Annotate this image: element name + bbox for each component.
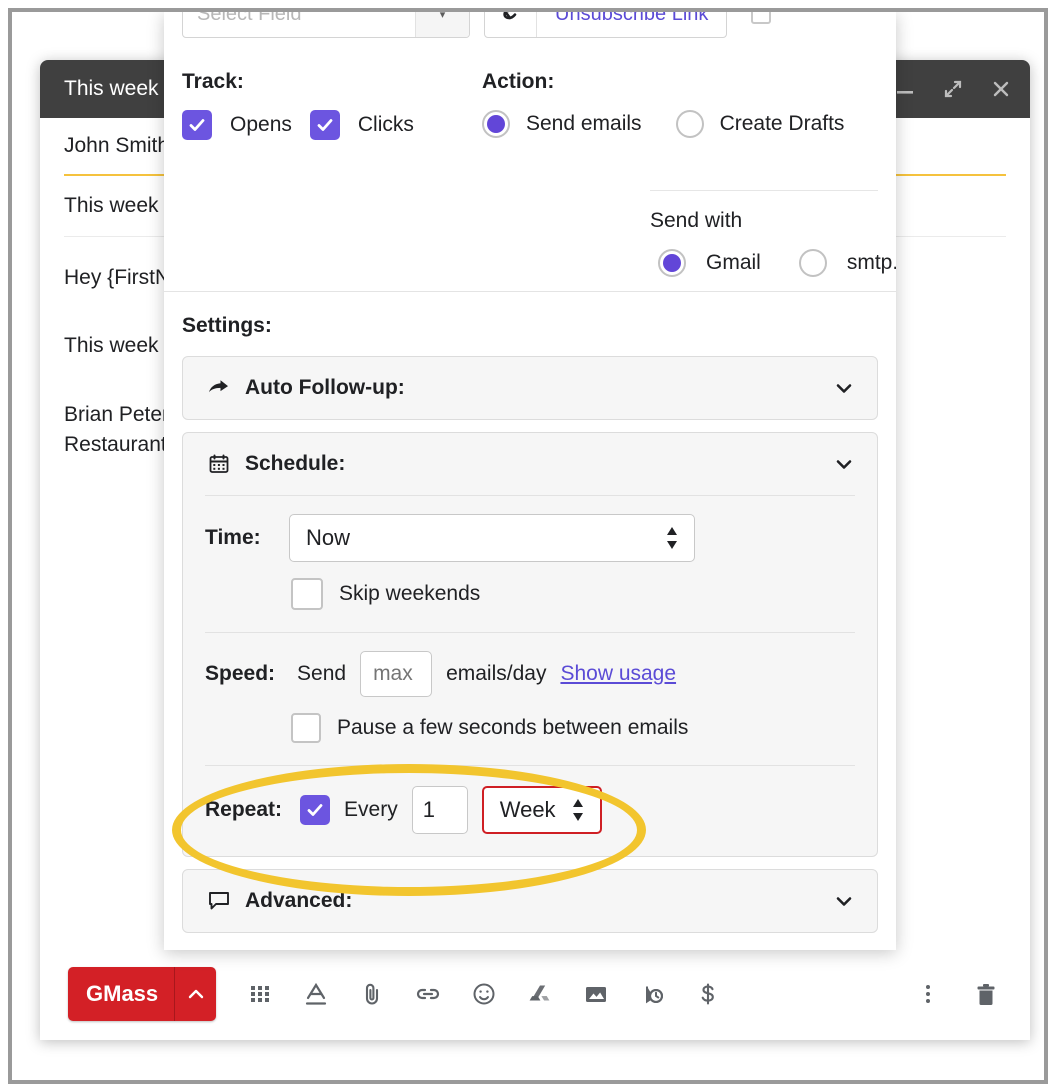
gmass-panel-top: Select Field ▾ Unsubscribe Link: [164, 12, 896, 292]
speed-label: Speed:: [205, 662, 275, 686]
spinner-icon: [570, 797, 586, 823]
section-advanced-header[interactable]: Advanced:: [183, 870, 877, 932]
send-with-smtp-label: smtp.sendgrid.net: [847, 251, 896, 275]
track-group: Track: Opens Clicks: [182, 70, 482, 140]
compose-toolbar: GMass: [40, 948, 1030, 1040]
attach-file-icon[interactable]: [358, 980, 386, 1008]
settings-title: Settings:: [182, 314, 878, 338]
compose-window-controls: [894, 78, 1012, 100]
send-with-smtp-radio[interactable]: [799, 249, 827, 277]
action-group: Action: Send emails Create Drafts: [482, 70, 878, 140]
section-schedule-body: Time: Now Skip weekends: [183, 495, 877, 856]
chevron-down-icon[interactable]: ▾: [415, 12, 469, 37]
repeat-every-word: Every: [344, 798, 398, 822]
personalization-row: Select Field ▾ Unsubscribe Link: [182, 12, 771, 38]
action-create-drafts-label: Create Drafts: [720, 112, 845, 136]
google-drive-icon[interactable]: [526, 980, 554, 1008]
insert-emoji-icon[interactable]: [470, 980, 498, 1008]
action-send-emails-label: Send emails: [526, 112, 642, 136]
section-auto-follow-up-header[interactable]: Auto Follow-up:: [183, 357, 877, 419]
section-auto-follow-up: Auto Follow-up:: [182, 356, 878, 420]
spinner-icon: [664, 525, 680, 551]
expand-icon[interactable]: [942, 78, 964, 100]
discard-draft-icon[interactable]: [972, 980, 1000, 1008]
section-schedule-title: Schedule:: [245, 452, 345, 476]
speed-row: Speed: Send emails/day Show usage: [205, 633, 855, 697]
unsubscribe-link-label: Unsubscribe Link: [537, 12, 726, 37]
schedule-send-icon[interactable]: [638, 980, 666, 1008]
track-and-action: Track: Opens Clicks: [182, 70, 878, 140]
send-with-label: Send with: [650, 209, 878, 233]
gmass-grid-icon[interactable]: [246, 980, 274, 1008]
repeat-count-input[interactable]: [412, 786, 468, 834]
send-with-options: Gmail smtp.sendgrid.net: [650, 249, 878, 277]
speed-unit-label: emails/day: [446, 662, 546, 686]
time-label: Time:: [205, 526, 289, 550]
text-format-icon[interactable]: [302, 980, 330, 1008]
repeat-row: Repeat: Every Week: [205, 766, 855, 840]
compose-format-icons: [246, 980, 722, 1008]
screenshot-root: This week: [0, 0, 1056, 1092]
skip-weekends-label: Skip weekends: [339, 582, 480, 606]
time-select-value: Now: [306, 525, 350, 551]
skip-weekends-checkbox[interactable]: [291, 578, 323, 610]
action-send-emails-radio[interactable]: [482, 110, 510, 138]
action-options: Send emails Create Drafts: [482, 110, 878, 138]
select-field-dropdown[interactable]: Select Field ▾: [182, 12, 470, 38]
show-usage-link[interactable]: Show usage: [560, 662, 676, 686]
chevron-down-icon[interactable]: [833, 890, 855, 912]
unsubscribe-checkbox[interactable]: [751, 12, 771, 24]
more-options-icon[interactable]: [914, 980, 942, 1008]
pause-between-emails-checkbox[interactable]: [291, 713, 321, 743]
chevron-down-icon[interactable]: [833, 377, 855, 399]
repeat-unit-select[interactable]: Week: [482, 786, 602, 834]
insert-photo-icon[interactable]: [582, 980, 610, 1008]
unsubscribe-icon: [485, 12, 537, 37]
track-clicks-label: Clicks: [358, 113, 414, 137]
pause-row: Pause a few seconds between emails: [205, 697, 855, 747]
comment-bubble-icon: [207, 889, 231, 913]
track-clicks-checkbox[interactable]: [310, 110, 340, 140]
repeat-label: Repeat:: [205, 798, 282, 822]
speed-send-word: Send: [297, 662, 346, 686]
track-opens-label: Opens: [230, 113, 292, 137]
send-with-group: Send with Gmail smtp.sendgrid.net: [650, 190, 878, 277]
repeat-unit-value: Week: [500, 797, 556, 823]
skip-weekends-row: Skip weekends: [205, 562, 855, 614]
section-schedule: Schedule: Time: Now: [182, 432, 878, 857]
dollar-icon[interactable]: [694, 980, 722, 1008]
track-options: Opens Clicks: [182, 110, 482, 140]
section-auto-follow-up-title: Auto Follow-up:: [245, 376, 405, 400]
send-with-gmail-radio[interactable]: [658, 249, 686, 277]
select-field-placeholder: Select Field: [183, 12, 415, 37]
send-with-gmail-label: Gmail: [706, 251, 761, 275]
action-label: Action:: [482, 70, 878, 94]
unsubscribe-link-button[interactable]: Unsubscribe Link: [484, 12, 727, 38]
gmass-button-label: GMass: [68, 967, 174, 1021]
compose-toolbar-right: [914, 980, 1000, 1008]
action-create-drafts-radio[interactable]: [676, 110, 704, 138]
forward-arrow-icon: [207, 376, 231, 400]
gmass-settings-panel: Select Field ▾ Unsubscribe Link: [164, 12, 896, 950]
gmail-page-surface: This week: [12, 12, 1044, 1080]
repeat-checkbox[interactable]: [300, 795, 330, 825]
section-advanced-title: Advanced:: [245, 889, 352, 913]
caret-up-icon[interactable]: [174, 967, 216, 1021]
close-icon[interactable]: [990, 78, 1012, 100]
insert-link-icon[interactable]: [414, 980, 442, 1008]
speed-input[interactable]: [360, 651, 432, 697]
track-opens-checkbox[interactable]: [182, 110, 212, 140]
minimize-icon[interactable]: [894, 78, 916, 100]
chevron-down-icon[interactable]: [833, 453, 855, 475]
settings-body: Settings: Auto Follow-up:: [164, 292, 896, 933]
section-schedule-header[interactable]: Schedule:: [183, 433, 877, 495]
section-advanced: Advanced:: [182, 869, 878, 933]
calendar-icon: [207, 452, 231, 476]
track-label: Track:: [182, 70, 482, 94]
pause-between-emails-label: Pause a few seconds between emails: [337, 716, 688, 740]
time-row: Time: Now: [205, 496, 855, 562]
time-select[interactable]: Now: [289, 514, 695, 562]
gmass-send-button[interactable]: GMass: [68, 967, 216, 1021]
